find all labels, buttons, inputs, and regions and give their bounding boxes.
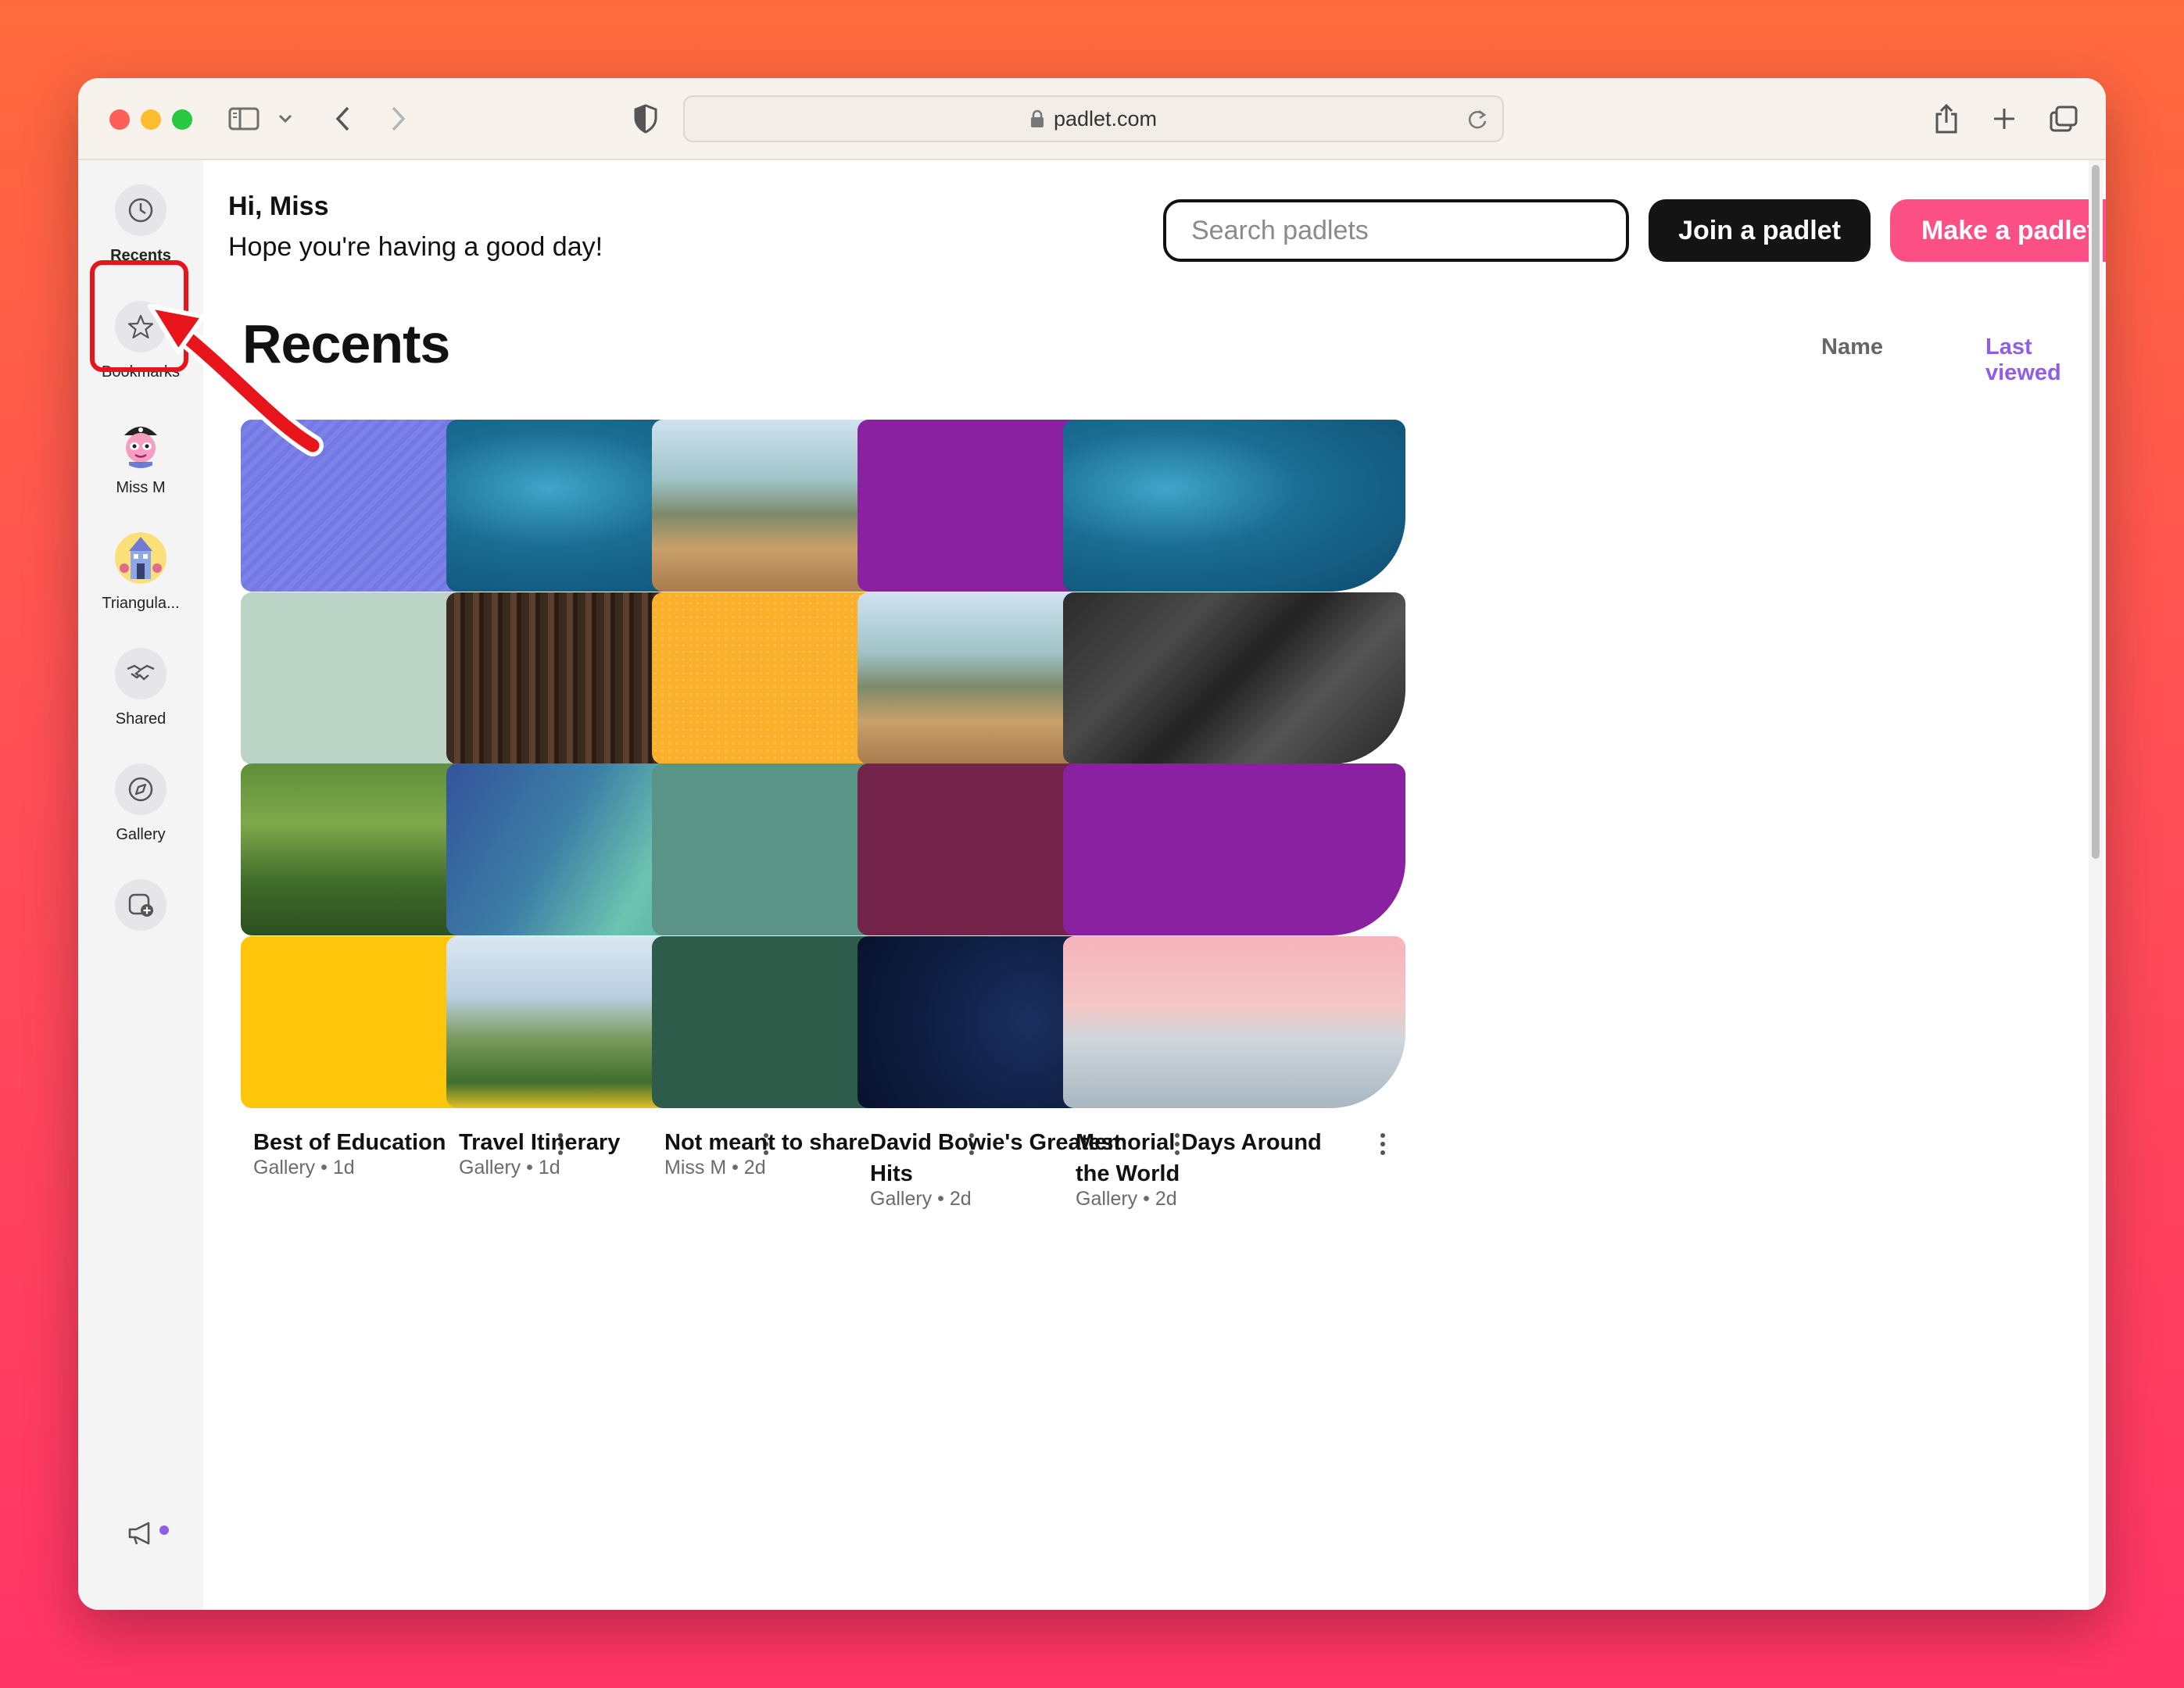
sidebar-item-label: Triangula... [102,595,180,612]
tab-overview-icon[interactable] [2046,95,2081,142]
scrollbar-thumb[interactable] [2092,165,2100,859]
close-window-button[interactable] [109,109,130,130]
page-title: Recents [242,313,450,374]
url-text: padlet.com [1053,106,1158,131]
sidebar-toggle-icon[interactable] [227,95,261,142]
padlet-card[interactable]: TBT Playlist: Best Songs of 2015Gallery … [1063,764,1405,1037]
sidebar-item-new-padlet[interactable] [78,879,203,931]
padlet-meta: Gallery • 2d [870,1188,972,1210]
new-padlet-icon [115,879,166,931]
padlet-card[interactable]: Human ResourcesGallery • 17h [1063,420,1405,662]
minimize-window-button[interactable] [141,109,161,130]
chevron-down-icon[interactable] [275,95,295,142]
sidebar-item-miss-m[interactable]: Miss M [78,417,203,497]
recents-highlight-box [90,260,188,372]
address-bar[interactable]: padlet.com [683,95,1504,142]
more-options-icon[interactable]: ••• [127,1598,164,1610]
compass-icon [115,764,166,815]
sort-by-last-viewed[interactable]: Last viewed [1985,334,2106,386]
main-content: Hi, Miss Hope you're having a good day! … [203,160,2106,1610]
padlet-meta: Miss M • 2d [664,1157,766,1178]
privacy-shield-icon[interactable] [630,95,661,142]
sidebar-item-label: Gallery [116,826,166,843]
make-padlet-button[interactable]: Make a padlet [1890,199,2106,262]
padlet-meta: Gallery • 1d [253,1157,355,1178]
sidebar-item-label: Miss M [116,479,166,496]
browser-window: padlet.com Recents Bookmarks Miss M Tria… [78,78,2106,1610]
more-vertical-icon[interactable] [1371,1130,1395,1158]
handshake-icon [115,648,166,699]
padlet-title[interactable]: Memorial Days Around the World [1076,1127,1357,1189]
padlet-meta: Gallery • 2d [1076,1188,1177,1210]
sidebar-item-gallery[interactable]: Gallery [78,764,203,844]
sidebar-item-label: Shared [115,710,166,728]
new-tab-icon[interactable] [1989,95,2020,142]
back-icon[interactable] [327,95,358,142]
padlet-thumbnail[interactable] [1063,764,1405,935]
avatar [115,532,166,584]
reload-icon[interactable] [1466,108,1488,137]
padlet-meta: Gallery • 1d [459,1157,560,1178]
scrollbar[interactable] [2089,160,2103,1610]
padlet-card[interactable]: Memorial Days Around the World Gallery • … [1063,936,1405,1210]
padlet-thumbnail[interactable] [1063,592,1405,764]
sidebar-item-recents[interactable]: Recents [78,184,203,265]
avatar [115,417,166,468]
share-icon[interactable] [1931,95,1962,142]
browser-toolbar: padlet.com [78,78,2106,160]
greeting-subtitle: Hope you're having a good day! [228,232,603,262]
sidebar-item-triangula[interactable]: Triangula... [78,532,203,613]
greeting-title: Hi, Miss [228,191,329,221]
join-padlet-button[interactable]: Join a padlet [1649,199,1871,262]
maximize-window-button[interactable] [172,109,192,130]
sort-by-name[interactable]: Name [1821,334,1883,360]
padlet-thumbnail[interactable] [1063,420,1405,592]
clock-icon [115,184,166,236]
forward-icon[interactable] [383,95,414,142]
sidebar-item-shared[interactable]: Shared [78,648,203,728]
sidebar: Recents Bookmarks Miss M Triangula... Sh… [78,160,203,1610]
lock-icon [1030,109,1044,128]
notification-dot [157,1523,171,1537]
search-input[interactable] [1163,199,1629,262]
padlet-thumbnail[interactable] [1063,936,1405,1108]
padlet-card[interactable]: My remarkable padletMiss M • 23h [1063,592,1405,835]
megaphone-icon[interactable] [127,1520,156,1550]
